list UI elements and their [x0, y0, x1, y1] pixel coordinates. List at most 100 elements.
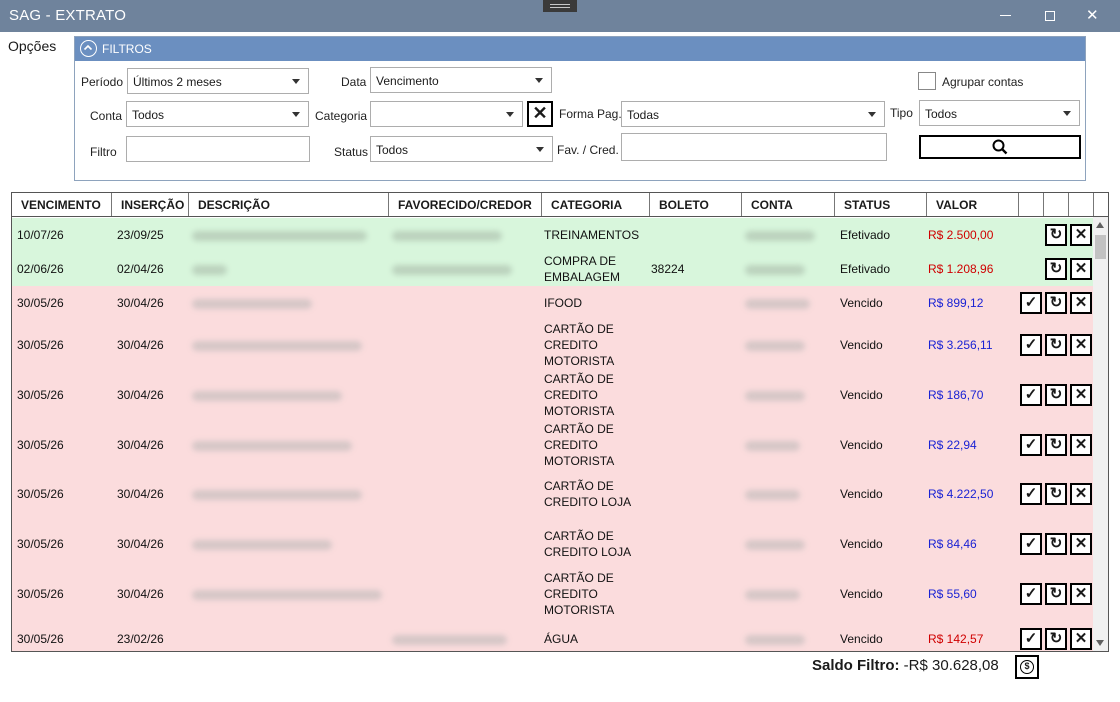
agrupar-label: Agrupar contas [942, 75, 1024, 89]
table-row[interactable]: 30/05/26 30/04/26 CARTÃO DE CREDITO MOTORI… [12, 420, 1094, 469]
redacted-conta [745, 490, 800, 500]
delete-button[interactable]: ✕ [1070, 483, 1092, 505]
forma-pag-select[interactable]: Todas [621, 101, 885, 127]
scroll-up-icon[interactable] [1096, 222, 1104, 228]
table-row[interactable]: 30/05/26 30/04/26 IFOOD Vencido R$ 899,12 ✓ ↻ ✕ [12, 286, 1094, 320]
delete-button[interactable]: ✕ [1070, 258, 1092, 280]
table-row[interactable]: 30/05/26 30/04/26 CARTÃO DE CREDITO MOTORI… [12, 320, 1094, 370]
col-insercao[interactable]: INSERÇÃO [112, 193, 189, 216]
confirm-button[interactable]: ✓ [1020, 533, 1042, 555]
cell-insercao: 23/09/25 [117, 228, 164, 242]
col-action-2 [1044, 193, 1069, 216]
tipo-value: Todos [925, 107, 958, 121]
table-row[interactable]: 10/07/26 23/09/25 TREINAMENTOS Efetivado R$ … [12, 218, 1094, 252]
refresh-button[interactable]: ↻ [1045, 483, 1067, 505]
confirm-button[interactable]: ✓ [1020, 384, 1042, 406]
saldo-button[interactable]: $ [1015, 655, 1039, 679]
table-row[interactable]: 30/05/26 30/04/26 CARTÃO DE CREDITO LOJA Ve… [12, 519, 1094, 569]
col-favorecido[interactable]: FAVORECIDO/CREDOR [389, 193, 542, 216]
fav-cred-input[interactable] [621, 133, 887, 161]
filters-title: FILTROS [102, 42, 152, 56]
saldo-filtro: Saldo Filtro: -R$ 30.628,08 [812, 657, 999, 674]
delete-button[interactable]: ✕ [1070, 583, 1092, 605]
delete-button[interactable]: ✕ [1070, 533, 1092, 555]
delete-button[interactable]: ✕ [1070, 628, 1092, 650]
status-select[interactable]: Todos [370, 136, 553, 162]
conta-label: Conta [90, 109, 123, 123]
col-conta[interactable]: CONTA [742, 193, 835, 216]
redacted-descricao [192, 299, 312, 309]
refresh-button[interactable]: ↻ [1045, 384, 1067, 406]
table-row[interactable]: 02/06/26 02/04/26 COMPRA DE EMBALAGEM 38224… [12, 252, 1094, 286]
categoria-select[interactable] [370, 101, 523, 127]
refresh-button[interactable]: ↻ [1045, 224, 1067, 246]
delete-button[interactable]: ✕ [1070, 334, 1092, 356]
refresh-button[interactable]: ↻ [1045, 628, 1067, 650]
refresh-button[interactable]: ↻ [1045, 292, 1067, 314]
redacted-descricao [192, 441, 352, 451]
clear-categoria-button[interactable]: ✕ [527, 101, 553, 127]
delete-button[interactable]: ✕ [1070, 224, 1092, 246]
cell-insercao: 30/04/26 [117, 487, 164, 501]
drag-handle[interactable] [543, 0, 577, 12]
minimize-button[interactable] [1000, 15, 1011, 16]
redacted-descricao [192, 540, 332, 550]
cell-valor: R$ 142,57 [928, 632, 984, 646]
refresh-button[interactable]: ↻ [1045, 583, 1067, 605]
redacted-conta [745, 391, 805, 401]
close-button[interactable]: ✕ [1086, 6, 1099, 24]
filters-header[interactable]: FILTROS [75, 37, 1085, 61]
search-icon [992, 139, 1008, 155]
cell-categoria: CARTÃO DE CREDITO MOTORISTA [544, 422, 615, 468]
table-row[interactable]: 30/05/26 30/04/26 CARTÃO DE CREDITO MOTORI… [12, 370, 1094, 420]
cell-vencimento: 30/05/26 [17, 338, 64, 352]
refresh-button[interactable]: ↻ [1045, 434, 1067, 456]
col-boleto[interactable]: BOLETO [650, 193, 742, 216]
table-row[interactable]: 30/05/26 30/04/26 CARTÃO DE CREDITO LOJA Ve… [12, 469, 1094, 519]
cell-categoria: CARTÃO DE CREDITO MOTORISTA [544, 322, 615, 368]
redacted-descricao [192, 231, 367, 241]
filtro-input[interactable] [126, 136, 310, 162]
scroll-down-icon[interactable] [1096, 640, 1104, 646]
col-categoria[interactable]: CATEGORIA [542, 193, 650, 216]
cell-status: Vencido [840, 487, 883, 501]
grid-header: VENCIMENTO INSERÇÃO DESCRIÇÃO FAVORECIDO… [12, 193, 1108, 217]
cell-status: Vencido [840, 537, 883, 551]
periodo-select[interactable]: Últimos 2 meses [127, 68, 309, 94]
data-select[interactable]: Vencimento [370, 67, 552, 93]
search-button[interactable] [919, 135, 1081, 159]
delete-button[interactable]: ✕ [1070, 434, 1092, 456]
confirm-button[interactable]: ✓ [1020, 628, 1042, 650]
confirm-button[interactable]: ✓ [1020, 292, 1042, 314]
refresh-button[interactable]: ↻ [1045, 334, 1067, 356]
col-descricao[interactable]: DESCRIÇÃO [189, 193, 389, 216]
saldo-label: Saldo Filtro: [812, 657, 900, 674]
agrupar-checkbox[interactable] [918, 72, 936, 90]
refresh-button[interactable]: ↻ [1045, 258, 1067, 280]
confirm-button[interactable]: ✓ [1020, 334, 1042, 356]
col-valor[interactable]: VALOR [927, 193, 1019, 216]
conta-select[interactable]: Todos [126, 101, 309, 127]
cell-status: Efetivado [840, 228, 891, 242]
cell-status: Vencido [840, 587, 883, 601]
col-status[interactable]: STATUS [835, 193, 927, 216]
maximize-button[interactable] [1045, 11, 1055, 21]
cell-status: Vencido [840, 438, 883, 452]
scroll-thumb[interactable] [1095, 235, 1106, 259]
confirm-button[interactable]: ✓ [1020, 583, 1042, 605]
col-vencimento[interactable]: VENCIMENTO [12, 193, 112, 216]
vertical-scrollbar[interactable] [1093, 217, 1108, 651]
refresh-button[interactable]: ↻ [1045, 533, 1067, 555]
cell-categoria: CARTÃO DE CREDITO LOJA [544, 479, 632, 509]
delete-button[interactable]: ✕ [1070, 292, 1092, 314]
options-menu[interactable]: Opções [8, 38, 56, 54]
chevron-down-icon [506, 112, 514, 117]
collapse-icon[interactable] [80, 40, 97, 57]
confirm-button[interactable]: ✓ [1020, 483, 1042, 505]
delete-button[interactable]: ✕ [1070, 384, 1092, 406]
table-row[interactable]: 30/05/26 23/02/26 ÁGUA Vencido R$ 142,57 ✓ ↻ ✕ [12, 619, 1094, 651]
cell-categoria: IFOOD [544, 296, 582, 310]
confirm-button[interactable]: ✓ [1020, 434, 1042, 456]
table-row[interactable]: 30/05/26 30/04/26 CARTÃO DE CREDITO MOTORI… [12, 569, 1094, 619]
tipo-select[interactable]: Todos [919, 100, 1080, 126]
